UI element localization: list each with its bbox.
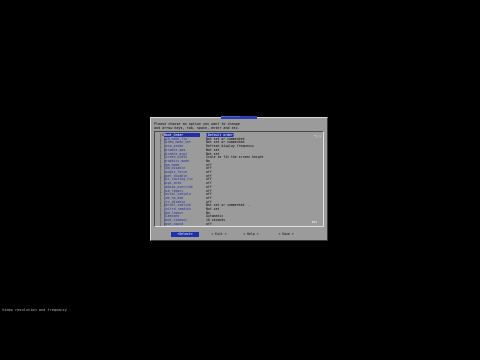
option-name: boot_sound [164,221,184,226]
status-line: Video resolution and frequency [2,308,67,312]
dialog-title: ──────────────── [221,116,257,119]
options-dialog: ──────────────── Please choose an option… [150,116,329,241]
exit-button[interactable]: < Exit > [209,232,229,237]
prompt-line-2: and arrow keys, tab, space, enter and es… [154,126,240,130]
save-button[interactable]: < Save > [275,232,297,237]
option-row[interactable]: [ ] boot_sound off [160,222,310,226]
scroll-up-indicator[interactable]: ^(-) [314,134,321,138]
dialog-prompt: Please choose an option you want to chan… [154,122,240,130]
scroll-position-indicator: 45% [311,220,317,224]
button-row: <Select> < Exit > < Help > < Save > [151,232,329,238]
help-button[interactable]: < Help > [241,232,261,237]
option-value: off [206,221,212,226]
options-list[interactable]: ^(-) 45% [X] Boot_Order [Default order][ ]… [154,131,324,227]
select-button[interactable]: <Select> [171,232,199,237]
